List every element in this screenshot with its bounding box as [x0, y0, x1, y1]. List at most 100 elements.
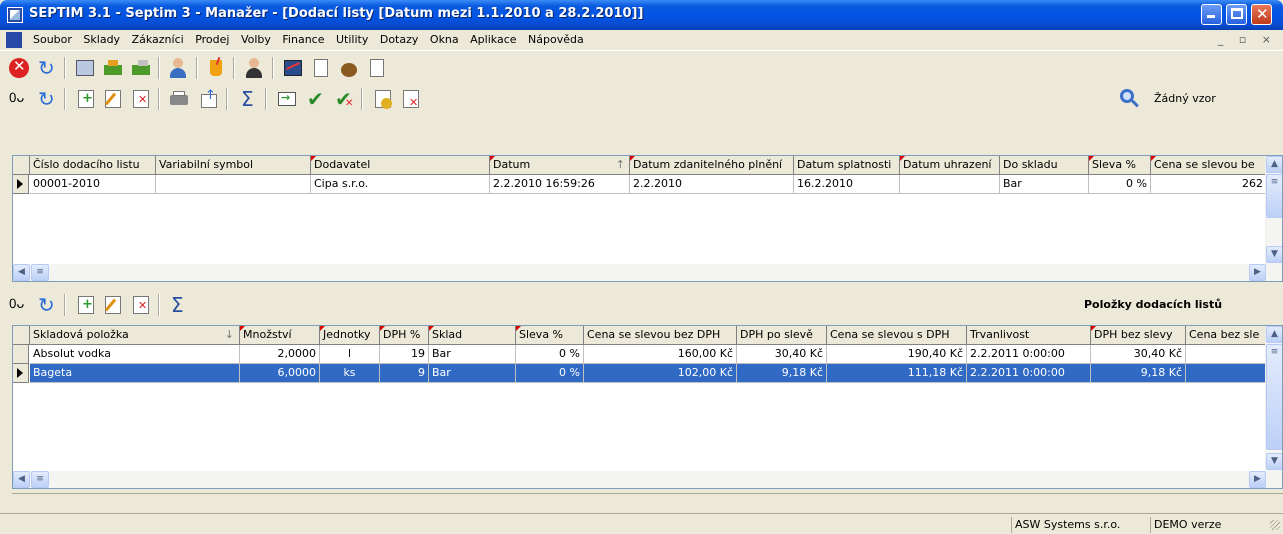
cell-cena-bez-slevy[interactable]	[1186, 345, 1267, 364]
menu-prodej[interactable]: Prodej	[195, 33, 229, 46]
chart-icon[interactable]	[282, 57, 304, 79]
customer-icon[interactable]	[167, 57, 189, 79]
cell-mnozstvi[interactable]: 6,0000	[240, 364, 320, 383]
paid-icon[interactable]	[372, 88, 394, 110]
col-cena-bez-dph[interactable]: Cena se slevou bez DPH	[584, 326, 737, 345]
col-cena-bez-slevy[interactable]: Cena bez sle	[1186, 326, 1267, 345]
cell-cena-bez-slevy[interactable]	[1186, 364, 1267, 383]
scroll-right-button[interactable]: ▶	[1249, 471, 1266, 488]
scroll-left-button[interactable]: ◀	[13, 264, 30, 281]
vertical-scrollbar[interactable]: ▲ ≡ ▼	[1265, 326, 1282, 471]
filter-search-icon[interactable]	[1118, 88, 1140, 110]
cell-cena-bez-dph[interactable]: 160,00 Kč	[584, 345, 737, 364]
glasses-icon[interactable]: ᱐ᴗ	[8, 294, 30, 316]
scroll-icon[interactable]	[310, 57, 332, 79]
cell-sklad[interactable]: Bar	[429, 345, 516, 364]
documents-icon[interactable]	[74, 57, 96, 79]
menu-soubor[interactable]: Soubor	[33, 33, 72, 46]
col-jednotky[interactable]: Jednotky	[320, 326, 380, 345]
menu-finance[interactable]: Finance	[282, 33, 324, 46]
delete-item-icon[interactable]: ✕	[130, 294, 152, 316]
refresh-icon[interactable]: ↻	[36, 294, 58, 316]
col-datum-uhrazeni[interactable]: Datum uhrazení	[900, 156, 1000, 175]
col-cena-se-slevou[interactable]: Cena se slevou be	[1151, 156, 1267, 175]
cell-dph[interactable]: 9	[380, 364, 429, 383]
col-skladova-polozka[interactable]: Skladová položka ↓	[30, 326, 240, 345]
col-dodavatel[interactable]: Dodavatel	[311, 156, 490, 175]
cell-datum[interactable]: 2.2.2010 16:59:26	[490, 175, 630, 194]
edit-record-icon[interactable]	[102, 88, 124, 110]
cell-dph-po-sleve[interactable]: 30,40 Kč	[737, 345, 827, 364]
horizontal-scrollbar[interactable]: ◀ ≡ ▶	[13, 471, 1282, 488]
cell-cena-s-dph[interactable]: 111,18 Kč	[827, 364, 967, 383]
cell-trvanlivost[interactable]: 2.2.2011 0:00:00	[967, 345, 1091, 364]
menu-utility[interactable]: Utility	[336, 33, 368, 46]
cell-dph-bez-slevy[interactable]: 30,40 Kč	[1091, 345, 1186, 364]
close-window-button[interactable]: ✕	[1251, 4, 1272, 25]
cell-variabilni-symbol[interactable]	[156, 175, 311, 194]
col-do-skladu[interactable]: Do skladu	[1000, 156, 1089, 175]
app-icon[interactable]	[7, 7, 23, 23]
cell-sleva[interactable]: 0 %	[516, 364, 584, 383]
cell-cena-s-dph[interactable]: 190,40 Kč	[827, 345, 967, 364]
scroll-thumb[interactable]: ≡	[1266, 344, 1282, 450]
cell-datum-splatnosti[interactable]: 16.2.2010	[794, 175, 900, 194]
cell-dph-po-sleve[interactable]: 9,18 Kč	[737, 364, 827, 383]
cell-datum-uhrazeni[interactable]	[900, 175, 1000, 194]
col-variabilni-symbol[interactable]: Variabilní symbol	[156, 156, 311, 175]
cell-do-skladu[interactable]: Bar	[1000, 175, 1089, 194]
edit-item-icon[interactable]	[102, 294, 124, 316]
minimize-button[interactable]	[1201, 4, 1222, 25]
col-cena-s-dph[interactable]: Cena se slevou s DPH	[827, 326, 967, 345]
cell-cena-se-slevou[interactable]: 262	[1151, 175, 1267, 194]
cell-cena-bez-dph[interactable]: 102,00 Kč	[584, 364, 737, 383]
vertical-scrollbar[interactable]: ▲ ≡ ▼	[1265, 156, 1282, 264]
col-trvanlivost[interactable]: Trvanlivost	[967, 326, 1091, 345]
col-dph-po-sleve[interactable]: DPH po slevě	[737, 326, 827, 345]
scroll-up-button[interactable]: ▲	[1266, 156, 1282, 173]
cell-trvanlivost[interactable]: 2.2.2011 0:00:00	[967, 364, 1091, 383]
cell-dph[interactable]: 19	[380, 345, 429, 364]
unpaid-icon[interactable]: ✕	[400, 88, 422, 110]
report-scroll-icon[interactable]	[366, 57, 388, 79]
col-mnozstvi[interactable]: Množství	[240, 326, 320, 345]
document-icon[interactable]	[6, 32, 22, 48]
cell-sleva[interactable]: 0 %	[1089, 175, 1151, 194]
menu-sklady[interactable]: Sklady	[83, 33, 120, 46]
col-datum[interactable]: Datum ↑	[490, 156, 630, 175]
stop-icon[interactable]: ✕	[8, 57, 30, 79]
money-bag-icon[interactable]	[338, 57, 360, 79]
col-sklad[interactable]: Sklad	[429, 326, 516, 345]
delete-record-icon[interactable]: ✕	[130, 88, 152, 110]
scroll-left-button[interactable]: ◀	[13, 471, 30, 488]
cell-jednotky[interactable]: ks	[320, 364, 380, 383]
resize-grip-icon[interactable]	[1270, 520, 1280, 530]
menu-dotazy[interactable]: Dotazy	[380, 33, 419, 46]
scroll-down-button[interactable]: ▼	[1266, 246, 1282, 263]
table-row[interactable]: 00001-2010 Cipa s.r.o. 2.2.2010 16:59:26…	[13, 175, 1267, 194]
truck-out-icon[interactable]	[130, 57, 152, 79]
menu-okna[interactable]: Okna	[430, 33, 459, 46]
maximize-button[interactable]	[1226, 4, 1247, 25]
sum-icon[interactable]: Σ	[168, 294, 190, 316]
truck-in-icon[interactable]	[102, 57, 124, 79]
sum-icon[interactable]: Σ	[238, 88, 260, 110]
scroll-up-button[interactable]: ▲	[1266, 326, 1282, 343]
mdi-window-controls[interactable]: _ ▫ ×	[1218, 33, 1277, 46]
horizontal-scrollbar[interactable]: ◀ ≡ ▶	[13, 264, 1282, 281]
cell-datum-zdanitelneho-plneni[interactable]: 2.2.2010	[630, 175, 794, 194]
col-datum-zdanitelneho-plneni[interactable]: Datum zdanitelného plnění	[630, 156, 794, 175]
cell-sklad[interactable]: Bar	[429, 364, 516, 383]
merge-icon[interactable]: →	[276, 88, 298, 110]
col-dph[interactable]: DPH %	[380, 326, 429, 345]
export-icon[interactable]: ↑	[198, 88, 220, 110]
col-sleva[interactable]: Sleva %	[516, 326, 584, 345]
scroll-right-button[interactable]: ▶	[1249, 264, 1266, 281]
check-icon[interactable]: ✔	[305, 88, 327, 110]
table-row-selected[interactable]: Bageta 6,0000 ks 9 Bar 0 % 102,00 Kč 9,1…	[13, 364, 1267, 383]
cell-cislo-dl[interactable]: 00001-2010	[30, 175, 156, 194]
cell-dodavatel[interactable]: Cipa s.r.o.	[311, 175, 490, 194]
menu-volby[interactable]: Volby	[241, 33, 271, 46]
col-datum-splatnosti[interactable]: Datum splatnosti	[794, 156, 900, 175]
cell-mnozstvi[interactable]: 2,0000	[240, 345, 320, 364]
